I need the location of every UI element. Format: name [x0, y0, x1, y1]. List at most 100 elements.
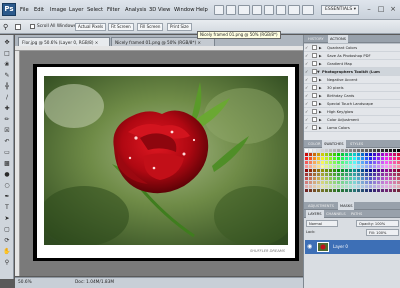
color-swatch[interactable] [389, 149, 392, 152]
color-swatch[interactable] [361, 169, 364, 172]
color-swatch[interactable] [361, 153, 364, 156]
color-swatch[interactable] [321, 149, 324, 152]
color-swatch[interactable] [373, 177, 376, 180]
color-swatch[interactable] [325, 157, 328, 160]
color-swatch[interactable] [393, 173, 396, 176]
canvas-area[interactable]: SHUFFLER DREAMS [20, 51, 303, 276]
color-swatch[interactable] [305, 165, 308, 168]
eraser-tool-icon[interactable]: ▭ [2, 148, 12, 157]
color-swatch[interactable] [305, 181, 308, 184]
color-swatch[interactable] [345, 173, 348, 176]
check-icon[interactable]: ✓ [305, 109, 310, 114]
color-swatch[interactable] [393, 149, 396, 152]
color-swatch[interactable] [385, 165, 388, 168]
color-swatch[interactable] [325, 169, 328, 172]
color-swatch[interactable] [305, 149, 308, 152]
list-item[interactable]: ✓ ▶ Color Adjustment [304, 116, 400, 124]
color-swatch[interactable] [337, 161, 340, 164]
color-swatch[interactable] [377, 169, 380, 172]
color-swatch[interactable] [389, 177, 392, 180]
color-swatch[interactable] [329, 149, 332, 152]
color-swatch[interactable] [361, 157, 364, 160]
color-swatch[interactable] [385, 177, 388, 180]
color-swatch[interactable] [333, 149, 336, 152]
color-swatch[interactable] [309, 173, 312, 176]
color-swatch[interactable] [329, 161, 332, 164]
color-swatch[interactable] [329, 165, 332, 168]
color-swatch[interactable] [373, 165, 376, 168]
menu-filter[interactable]: Filter [107, 7, 120, 13]
color-swatch[interactable] [369, 153, 372, 156]
color-swatch[interactable] [313, 165, 316, 168]
color-swatch[interactable] [381, 161, 384, 164]
maximize-button[interactable]: □ [376, 4, 386, 14]
color-swatch[interactable] [353, 161, 356, 164]
list-item[interactable]: ✓ ▶ Save As Photoshop PDF [304, 52, 400, 60]
color-swatch[interactable] [317, 169, 320, 172]
hand-tool-button[interactable] [252, 5, 262, 15]
color-swatch[interactable] [353, 157, 356, 160]
shape-tool-icon[interactable]: ▢ [2, 225, 12, 234]
blur-tool-icon[interactable]: ● [2, 170, 12, 179]
tab-actions[interactable]: ACTIONS [328, 35, 348, 43]
list-item[interactable]: ✓ ▶ Special Touch Landscape [304, 100, 400, 108]
color-swatch[interactable] [365, 189, 368, 192]
color-swatch[interactable] [317, 177, 320, 180]
color-swatch[interactable] [377, 161, 380, 164]
color-swatch[interactable] [325, 173, 328, 176]
color-swatch[interactable] [389, 189, 392, 192]
color-swatch[interactable] [365, 169, 368, 172]
color-swatch[interactable] [381, 173, 384, 176]
color-swatch[interactable] [369, 181, 372, 184]
color-swatch[interactable] [321, 153, 324, 156]
color-swatch[interactable] [337, 173, 340, 176]
color-swatch[interactable] [377, 185, 380, 188]
color-swatch[interactable] [353, 177, 356, 180]
menu-window[interactable]: Window [174, 7, 194, 13]
color-swatch[interactable] [325, 185, 328, 188]
color-swatch[interactable] [329, 173, 332, 176]
color-swatch[interactable] [365, 165, 368, 168]
rose-photo[interactable] [44, 76, 288, 245]
color-swatch[interactable] [377, 157, 380, 160]
color-swatch[interactable] [309, 153, 312, 156]
color-swatch[interactable] [305, 157, 308, 160]
menu-layer[interactable]: Layer [69, 7, 83, 13]
color-swatch[interactable] [325, 177, 328, 180]
color-swatch[interactable] [329, 185, 332, 188]
color-swatch[interactable] [385, 185, 388, 188]
color-swatch[interactable] [357, 173, 360, 176]
color-swatch[interactable] [337, 153, 340, 156]
color-swatch[interactable] [329, 181, 332, 184]
color-swatch[interactable] [353, 185, 356, 188]
color-swatch[interactable] [373, 181, 376, 184]
color-swatch[interactable] [381, 181, 384, 184]
tab-color[interactable]: COLOR [306, 140, 323, 148]
color-swatch[interactable] [373, 169, 376, 172]
color-swatch[interactable] [305, 189, 308, 192]
color-swatch[interactable] [345, 153, 348, 156]
menu-view[interactable]: View [158, 7, 170, 13]
dialog-toggle[interactable] [312, 93, 317, 98]
color-swatch[interactable] [377, 149, 380, 152]
color-swatch[interactable] [393, 169, 396, 172]
color-swatch[interactable] [377, 165, 380, 168]
color-swatch[interactable] [369, 173, 372, 176]
color-swatch[interactable] [365, 149, 368, 152]
color-swatch[interactable] [373, 185, 376, 188]
color-swatch[interactable] [309, 181, 312, 184]
tab-layers[interactable]: LAYERS [306, 210, 324, 218]
color-swatch[interactable] [349, 173, 352, 176]
color-swatch[interactable] [353, 165, 356, 168]
color-swatch[interactable] [373, 173, 376, 176]
color-swatch[interactable] [385, 181, 388, 184]
color-swatch[interactable] [357, 189, 360, 192]
color-swatch[interactable] [329, 177, 332, 180]
zoom-readout[interactable]: 50.6% [18, 278, 32, 288]
color-swatch[interactable] [325, 165, 328, 168]
color-swatch[interactable] [317, 165, 320, 168]
color-swatch[interactable] [373, 149, 376, 152]
actual-pixels-button[interactable]: Actual Pixels [75, 23, 107, 31]
quick-select-tool-icon[interactable]: ✎ [2, 71, 12, 80]
color-swatch[interactable] [321, 189, 324, 192]
